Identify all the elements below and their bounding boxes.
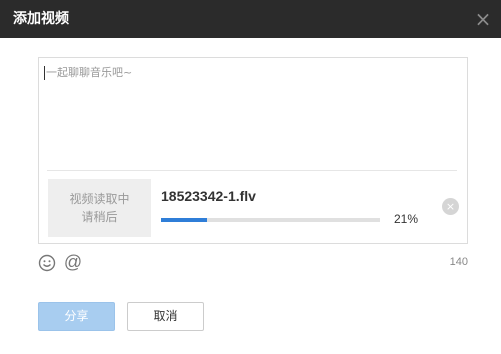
share-button[interactable]: 分享 (38, 302, 115, 331)
composer-box: 一起聊聊音乐吧~ 视频读取中 请稍后 18523342-1.flv 21% × (38, 57, 468, 244)
close-icon[interactable]: × (473, 9, 493, 29)
character-counter: 140 (449, 256, 468, 268)
dialog-titlebar: 添加视频 × (0, 0, 501, 38)
composer-divider (47, 170, 457, 171)
message-textarea[interactable]: 一起聊聊音乐吧~ (46, 65, 459, 165)
cancel-button[interactable]: 取消 (127, 302, 204, 331)
dialog-title: 添加视频 (13, 11, 69, 27)
text-caret (44, 66, 45, 80)
upload-progress-percent: 21% (394, 212, 419, 226)
remove-video-icon[interactable]: × (442, 198, 459, 215)
smiley-icon[interactable] (38, 254, 56, 272)
video-thumbnail-placeholder: 视频读取中 请稍后 (48, 179, 151, 237)
upload-progress-fill (161, 218, 207, 222)
video-filename: 18523342-1.flv (161, 188, 256, 204)
thumbnail-loading-text: 视频读取中 (69, 192, 130, 206)
thumbnail-wait-text: 请稍后 (81, 210, 118, 224)
mention-icon[interactable]: @ (63, 252, 83, 272)
upload-progress-bar (161, 218, 380, 222)
